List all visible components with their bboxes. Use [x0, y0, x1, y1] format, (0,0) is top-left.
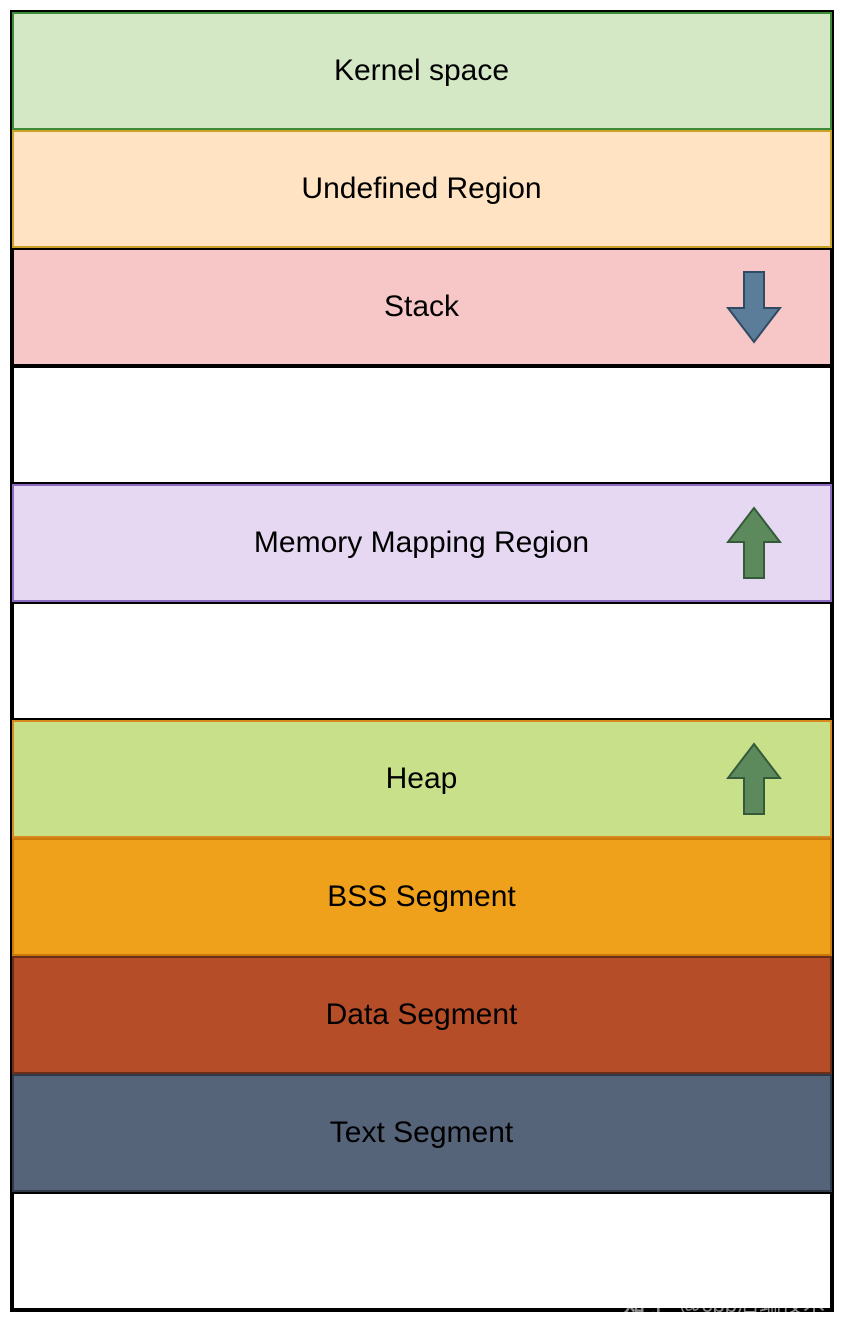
segment-gap-stack-mmap — [12, 366, 832, 484]
segment-text: Text Segment — [12, 1074, 832, 1192]
segment-heap: Heap — [12, 720, 832, 838]
memory-layout-diagram: Kernel space Undefined Region Stack Memo… — [10, 10, 834, 1312]
arrow-down-icon — [726, 268, 782, 346]
segment-stack: Stack — [12, 248, 832, 366]
segment-label: BSS Segment — [327, 880, 515, 914]
arrow-up-icon — [726, 504, 782, 582]
segment-label: Data Segment — [326, 998, 518, 1032]
segment-label: Kernel space — [334, 54, 509, 88]
segment-label: Stack — [384, 290, 459, 324]
arrow-up-icon — [726, 740, 782, 818]
segment-bss: BSS Segment — [12, 838, 832, 956]
segment-bottom-gap — [12, 1192, 832, 1310]
segment-gap-mmap-heap — [12, 602, 832, 720]
segment-label: Memory Mapping Region — [254, 526, 589, 560]
segment-data: Data Segment — [12, 956, 832, 1074]
segment-label: Heap — [386, 762, 458, 796]
segment-memory-mapping-region: Memory Mapping Region — [12, 484, 832, 602]
segment-kernel-space: Kernel space — [12, 12, 832, 130]
segment-undefined-region: Undefined Region — [12, 130, 832, 248]
segment-label: Undefined Region — [301, 172, 541, 206]
segment-label: Text Segment — [330, 1116, 513, 1150]
